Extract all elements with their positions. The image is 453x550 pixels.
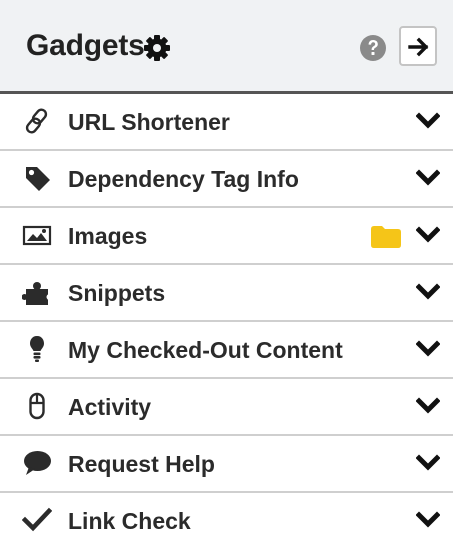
panel-title: Gadgets	[26, 29, 145, 62]
gadget-link-check[interactable]: Link Check	[0, 493, 453, 550]
lightbulb-icon	[30, 336, 44, 362]
image-icon	[22, 225, 52, 246]
gadget-label: Link Check	[68, 508, 191, 534]
chevron-down-icon[interactable]	[416, 168, 440, 188]
link-icon	[25, 108, 48, 134]
chevron-down-icon[interactable]	[416, 111, 440, 131]
folder-icon[interactable]	[369, 223, 403, 249]
chevron-down-icon[interactable]	[416, 396, 440, 416]
collapse-panel-button[interactable]	[399, 26, 437, 66]
gadget-dependency-tag-info[interactable]: Dependency Tag Info	[0, 151, 453, 208]
gadget-activity[interactable]: Activity	[0, 379, 453, 436]
gadgets-panel: Gadgets URL Shortener Dependency Tag Inf…	[0, 0, 453, 550]
gadget-label: Snippets	[68, 280, 166, 306]
question-circle-icon[interactable]	[359, 34, 387, 62]
gadget-label: My Checked-Out Content	[68, 337, 343, 363]
chevron-down-icon[interactable]	[416, 225, 440, 245]
mouse-icon	[29, 392, 45, 420]
comment-icon	[24, 451, 51, 475]
gadgets-header: Gadgets	[0, 0, 453, 94]
gadget-label: URL Shortener	[68, 109, 230, 135]
gadget-label: Images	[68, 223, 148, 249]
chevron-down-icon[interactable]	[416, 510, 440, 530]
gadget-images[interactable]: Images	[0, 208, 453, 265]
gadget-label: Request Help	[68, 451, 215, 477]
puzzle-icon	[22, 282, 52, 305]
arrow-right-icon	[408, 37, 429, 57]
gadget-request-help[interactable]: Request Help	[0, 436, 453, 493]
gadget-url-shortener[interactable]: URL Shortener	[0, 94, 453, 151]
gadget-my-checked-out-content[interactable]: My Checked-Out Content	[0, 322, 453, 379]
chevron-down-icon[interactable]	[416, 339, 440, 359]
tag-icon	[26, 167, 50, 191]
chevron-down-icon[interactable]	[416, 282, 440, 302]
gear-icon[interactable]	[143, 34, 171, 62]
gadget-snippets[interactable]: Snippets	[0, 265, 453, 322]
chevron-down-icon[interactable]	[416, 453, 440, 473]
check-icon	[22, 507, 52, 532]
gadget-label: Activity	[68, 394, 152, 420]
gadget-label: Dependency Tag Info	[68, 166, 299, 192]
